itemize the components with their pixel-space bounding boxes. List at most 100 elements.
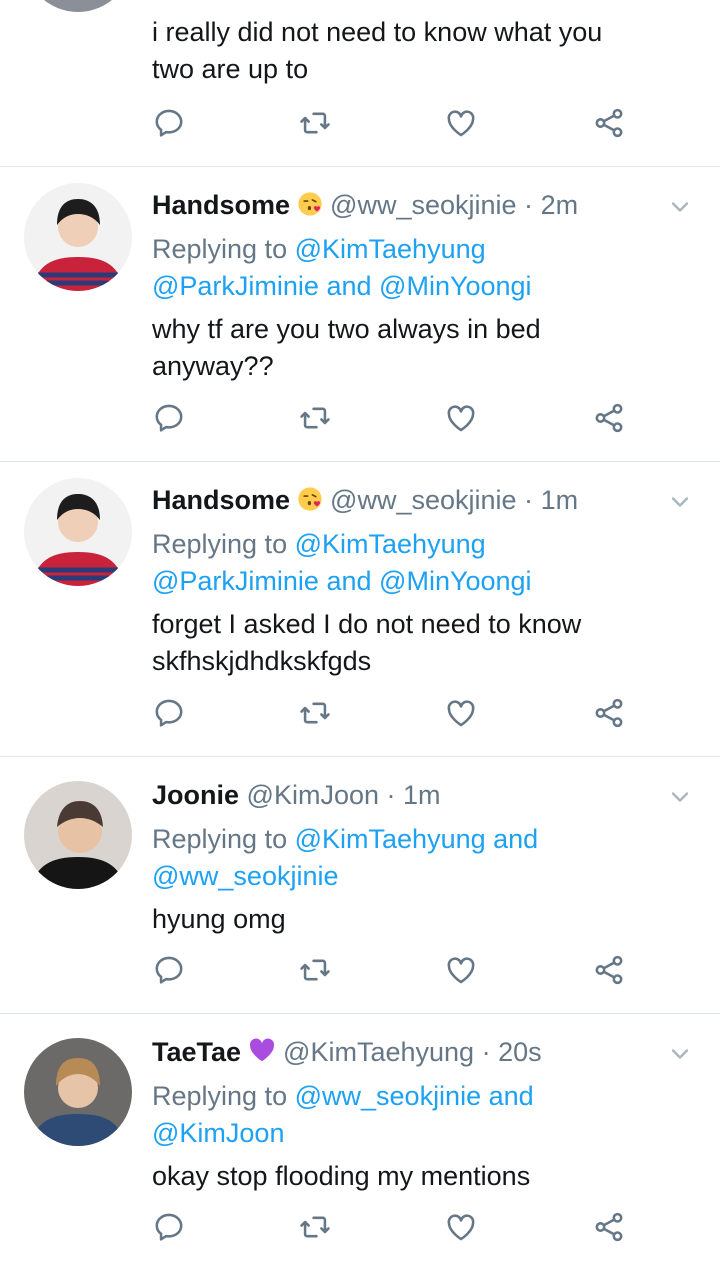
text-line: why tf are you two always in bed [152, 314, 541, 344]
replying-to-cont: @KimJoon [152, 1115, 692, 1152]
kissing-heart-emoji [296, 190, 324, 227]
tweet-card[interactable]: Handsome @ww_seokjinie · 2m Replying to @… [0, 167, 720, 462]
tweet-actions [152, 401, 632, 441]
retweet-icon[interactable] [298, 106, 338, 146]
replying-to: Replying to @KimTaehyung and [152, 821, 692, 858]
tweet-card[interactable]: i really did not need to know what you t… [0, 0, 720, 167]
reply-prefix: Replying to [152, 529, 288, 559]
mention-link[interactable]: @ParkJiminie [152, 566, 319, 596]
display-name[interactable]: Handsome [152, 190, 290, 220]
like-icon[interactable] [444, 696, 484, 736]
tweet-card[interactable]: Handsome @ww_seokjinie · 1m Replying to @… [0, 462, 720, 757]
purple-heart-emoji [247, 1035, 277, 1074]
chevron-down-icon[interactable] [666, 1040, 694, 1068]
text-line: okay stop flooding my mentions [152, 1161, 531, 1191]
replying-to: Replying to @KimTaehyung [152, 231, 692, 268]
mention-link[interactable]: @MinYoongi [379, 566, 532, 596]
display-name[interactable]: Joonie [152, 780, 239, 810]
share-icon[interactable] [592, 106, 632, 146]
reply-icon[interactable] [152, 106, 192, 146]
like-icon[interactable] [444, 953, 484, 993]
mention-link[interactable]: @KimTaehyung [295, 234, 486, 264]
text-line: forget I asked I do not need to know [152, 609, 582, 639]
timestamp: 20s [498, 1037, 542, 1067]
timestamp: 1m [540, 485, 579, 515]
share-icon[interactable] [592, 1210, 632, 1250]
share-icon[interactable] [592, 401, 632, 441]
text-line: anyway?? [152, 351, 274, 381]
retweet-icon[interactable] [298, 953, 338, 993]
replying-to: Replying to @ww_seokjinie and [152, 1078, 692, 1115]
avatar[interactable] [24, 478, 132, 586]
reply-icon[interactable] [152, 953, 192, 993]
mention-link[interactable]: @ww_seokjinie [295, 1081, 481, 1111]
mention-link[interactable]: @KimJoon [152, 1118, 284, 1148]
mention-link[interactable]: @KimTaehyung [295, 824, 486, 854]
retweet-icon[interactable] [298, 401, 338, 441]
tweet-text: Replying to @ww_seokjinie and @KimJoon o… [152, 1078, 692, 1195]
retweet-icon[interactable] [298, 696, 338, 736]
chevron-down-icon[interactable] [666, 783, 694, 811]
tweet-actions [152, 1210, 632, 1250]
timestamp: 1m [403, 780, 441, 810]
reply-and: and [493, 824, 539, 854]
user-handle[interactable]: @ww_seokjinie [330, 190, 516, 220]
mention-link[interactable]: @ParkJiminie [152, 271, 319, 301]
tweet-header: TaeTae @KimTaehyung · 20s [152, 1034, 542, 1074]
replying-to: Replying to @KimTaehyung [152, 526, 692, 563]
avatar[interactable] [24, 183, 132, 291]
display-name[interactable]: TaeTae [152, 1037, 241, 1067]
like-icon[interactable] [444, 106, 484, 146]
text-line: hyung omg [152, 904, 286, 934]
tweet-actions [152, 106, 632, 146]
like-icon[interactable] [444, 401, 484, 441]
reply-prefix: Replying to [152, 1081, 288, 1111]
display-name[interactable]: Handsome [152, 485, 290, 515]
reply-and: and [326, 271, 372, 301]
reply-and: and [488, 1081, 534, 1111]
separator-dot: · [524, 485, 534, 515]
avatar[interactable] [24, 0, 132, 12]
separator-dot: · [481, 1037, 491, 1067]
like-icon[interactable] [444, 1210, 484, 1250]
reply-prefix: Replying to [152, 824, 288, 854]
tweet-card[interactable]: Joonie @KimJoon · 1m Replying to @KimTae… [0, 757, 720, 1014]
tweet-text: Replying to @KimTaehyung and @ww_seokjin… [152, 821, 692, 938]
tweet-header: Joonie @KimJoon · 1m [152, 777, 441, 813]
avatar[interactable] [24, 781, 132, 889]
text-line: skfhskjdhdkskfgds [152, 646, 372, 676]
tweet-header: Handsome @ww_seokjinie · 1m [152, 482, 578, 522]
tweet-actions [152, 953, 632, 993]
mention-link[interactable]: @ww_seokjinie [152, 861, 338, 891]
chevron-down-icon[interactable] [666, 488, 694, 516]
separator-dot: · [386, 780, 396, 810]
timestamp: 2m [540, 190, 579, 220]
reply-and: and [326, 566, 372, 596]
reply-icon[interactable] [152, 696, 192, 736]
tweet-header: Handsome @ww_seokjinie · 2m [152, 187, 578, 227]
tweet-text: Replying to @KimTaehyung @ParkJiminie an… [152, 231, 692, 385]
mention-link[interactable]: @MinYoongi [379, 271, 532, 301]
text-line: two are up to [152, 54, 309, 84]
replying-to-cont: @ParkJiminie and @MinYoongi [152, 563, 692, 600]
kissing-heart-emoji [296, 485, 324, 522]
chevron-down-icon[interactable] [666, 193, 694, 221]
avatar[interactable] [24, 1038, 132, 1146]
separator-dot: · [524, 190, 534, 220]
reply-icon[interactable] [152, 401, 192, 441]
user-handle[interactable]: @KimJoon [247, 780, 379, 810]
tweet-text: i really did not need to know what you t… [152, 14, 692, 88]
user-handle[interactable]: @KimTaehyung [283, 1037, 474, 1067]
replying-to-cont: @ParkJiminie and @MinYoongi [152, 268, 692, 305]
share-icon[interactable] [592, 953, 632, 993]
tweet-card[interactable]: TaeTae @KimTaehyung · 20s Replying to @ww… [0, 1014, 720, 1275]
retweet-icon[interactable] [298, 1210, 338, 1250]
reply-prefix: Replying to [152, 234, 288, 264]
share-icon[interactable] [592, 696, 632, 736]
tweet-text: Replying to @KimTaehyung @ParkJiminie an… [152, 526, 692, 680]
reply-icon[interactable] [152, 1210, 192, 1250]
replying-to-cont: @ww_seokjinie [152, 858, 692, 895]
text-line: i really did not need to know what you [152, 17, 603, 47]
user-handle[interactable]: @ww_seokjinie [330, 485, 516, 515]
mention-link[interactable]: @KimTaehyung [295, 529, 486, 559]
